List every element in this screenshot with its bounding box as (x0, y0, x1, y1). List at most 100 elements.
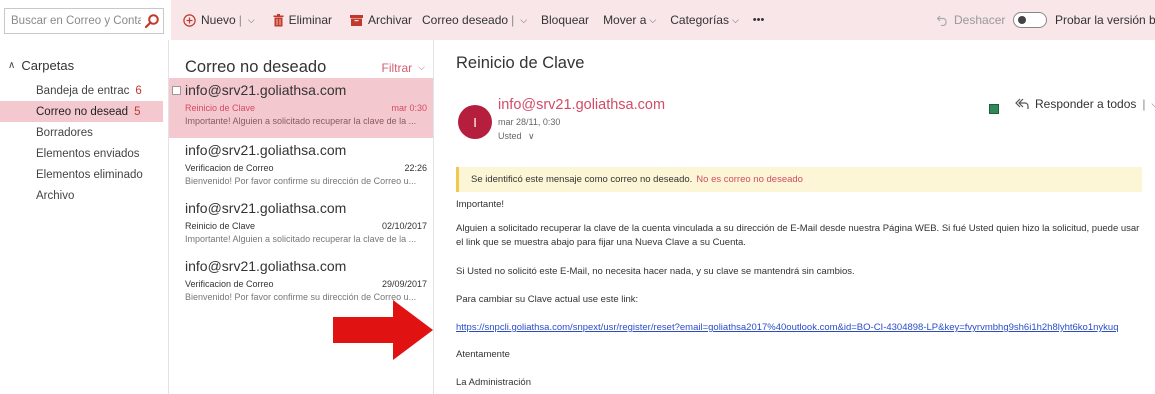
chevron-down-icon: ⌵ (418, 62, 425, 72)
avatar[interactable]: I (458, 105, 492, 139)
folder-item-archive[interactable]: Archivo (0, 185, 163, 206)
delete-label: Eliminar (288, 13, 332, 27)
beta-label: Probar la versión beta (1055, 13, 1155, 27)
chevron-down-icon[interactable]: ⌵ (520, 15, 527, 26)
separator: | (1142, 97, 1146, 111)
list-item[interactable]: info@srv21.goliathsa.com Verificacion de… (169, 138, 433, 198)
undo-label: Deshacer (954, 13, 1006, 27)
folder-pane: ∧ Carpetas Bandeja de entrac 6 Correo no… (0, 40, 163, 394)
folder-item-inbox[interactable]: Bandeja de entrac 6 (0, 80, 163, 101)
chevron-up-icon[interactable]: ∧ (8, 60, 15, 71)
separator: | (511, 13, 515, 27)
message-subject: Verificacion de Correo (185, 163, 274, 173)
folder-item-drafts[interactable]: Borradores (0, 122, 163, 143)
folder-label: Borradores (36, 126, 93, 139)
message-meta: Reinicio de Clave mar 0:30 (185, 103, 427, 113)
message-subject: Reinicio de Clave (185, 103, 256, 113)
command-bar: Nuevo | ⌵ Eliminar Archivar Correo desea… (171, 0, 1155, 40)
folder-item-junk[interactable]: Correo no desead 5 (0, 101, 163, 122)
message-preview: Importante! Alguien a solicitado recuper… (185, 116, 417, 126)
folder-item-sent[interactable]: Elementos enviados (0, 143, 163, 164)
unread-count: 5 (134, 105, 141, 118)
archive-button[interactable]: Archivar (349, 13, 412, 27)
top-bar: Buscar en Correo y Conta... Nuevo | ⌵ El… (0, 0, 1155, 40)
list-header: Correo no deseado Filtrar ⌵ (185, 58, 425, 77)
message-subject: Reinicio de Clave (185, 221, 256, 231)
block-button[interactable]: Bloquear (541, 13, 589, 27)
select-checkbox[interactable] (172, 86, 181, 95)
search-input[interactable]: Buscar en Correo y Conta... (11, 15, 141, 27)
message-time: mar 0:30 (391, 103, 427, 113)
email-closing: Atentamente (456, 349, 510, 360)
message-sender: info@srv21.goliathsa.com (185, 258, 347, 274)
more-button[interactable]: ••• (753, 14, 765, 26)
chevron-down-icon: ⌵ (649, 14, 657, 25)
categories-button[interactable]: Categorías ⌵ (670, 13, 739, 27)
email-recipient[interactable]: Usted ∨ (498, 131, 535, 142)
undo-button[interactable]: Deshacer (937, 13, 1005, 27)
move-to-button[interactable]: Mover a ⌵ (603, 13, 656, 27)
recipient-label: Usted (498, 131, 522, 141)
message-preview: Importante! Alguien a solicitado recuper… (185, 234, 417, 244)
filter-label: Filtrar (381, 60, 413, 75)
email-sender[interactable]: info@srv21.goliathsa.com (498, 97, 665, 113)
message-time: 29/09/2017 (381, 279, 427, 289)
junk-button[interactable]: Correo deseado | ⌵ (422, 13, 527, 27)
message-meta: Verificacion de Correo 22:26 (185, 163, 427, 173)
beta-toggle[interactable]: Probar la versión beta (1013, 12, 1155, 28)
block-label: Bloquear (541, 13, 590, 27)
message-time: 02/10/2017 (381, 221, 427, 231)
chevron-down-icon[interactable]: ⌵ (1152, 99, 1155, 110)
chevron-down-icon[interactable]: ⌵ (248, 15, 255, 26)
reading-pane: Reinicio de Clave I info@srv21.goliathsa… (435, 40, 1155, 394)
not-junk-link[interactable]: No es correo no deseado (696, 174, 803, 185)
list-item[interactable]: info@srv21.goliathsa.com Reinicio de Cla… (169, 196, 433, 256)
archive-icon (349, 14, 363, 26)
expand-chevron-icon[interactable]: ∨ (528, 131, 535, 141)
chevron-down-icon: ⌵ (731, 14, 739, 25)
filter-button[interactable]: Filtrar ⌵ (382, 61, 426, 75)
folder-label: Bandeja de entrac (36, 84, 130, 97)
email-greeting: Importante! (456, 199, 505, 210)
plus-circle-icon (183, 13, 196, 27)
message-sender: info@srv21.goliathsa.com (185, 82, 347, 98)
email-date: mar 28/11, 0:30 (498, 117, 561, 127)
red-arrow-icon (333, 300, 433, 360)
email-subject: Reinicio de Clave (456, 54, 585, 72)
email-paragraph: Alguien a solicitado recuperar la clave … (456, 223, 1140, 248)
reset-link[interactable]: https://snpcli.goliathsa.com/snpext/usr/… (456, 321, 1146, 335)
search-box[interactable]: Buscar en Correo y Conta... (4, 8, 164, 34)
junk-notice-text: Se identificó este mensaje como correo n… (471, 174, 693, 185)
search-icon[interactable] (141, 10, 163, 32)
folder-label: Correo no desead (36, 105, 129, 118)
email-paragraph: Si Usted no solicitó este E-Mail, no nec… (456, 266, 855, 277)
toggle-knob (1018, 16, 1026, 24)
message-sender: info@srv21.goliathsa.com (185, 200, 347, 216)
message-time: 22:26 (404, 163, 427, 173)
reply-all-icon (1015, 98, 1029, 110)
undo-icon (937, 15, 949, 26)
message-subject: Verificacion de Correo (185, 279, 274, 289)
folders-header[interactable]: ∧ Carpetas (8, 58, 74, 73)
move-label: Mover a (603, 13, 647, 27)
more-icon: ••• (752, 14, 765, 26)
categories-label: Categorías (670, 13, 729, 27)
message-preview: Bienvenido! Por favor confirme su direcc… (185, 176, 417, 186)
list-item[interactable]: info@srv21.goliathsa.com Reinicio de Cla… (169, 78, 433, 138)
toggle-switch[interactable] (1013, 12, 1047, 28)
message-sender: info@srv21.goliathsa.com (185, 142, 347, 158)
message-meta: Verificacion de Correo 29/09/2017 (185, 279, 427, 289)
separator: | (238, 13, 242, 27)
folders-title: Carpetas (21, 58, 75, 73)
reply-all-button[interactable]: Responder a todos | ⌵ (1015, 97, 1155, 111)
trash-icon (273, 13, 284, 27)
folder-label: Elementos enviados (36, 147, 140, 160)
delete-button[interactable]: Eliminar (273, 13, 332, 27)
list-title: Correo no deseado (185, 58, 327, 76)
email-paragraph: Para cambiar su Clave actual use este li… (456, 294, 639, 305)
category-icon[interactable] (989, 104, 999, 114)
message-meta: Reinicio de Clave 02/10/2017 (185, 221, 427, 231)
archive-label: Archivar (367, 13, 412, 27)
new-button[interactable]: Nuevo | ⌵ (183, 13, 255, 27)
folder-item-deleted[interactable]: Elementos eliminado (0, 164, 163, 185)
